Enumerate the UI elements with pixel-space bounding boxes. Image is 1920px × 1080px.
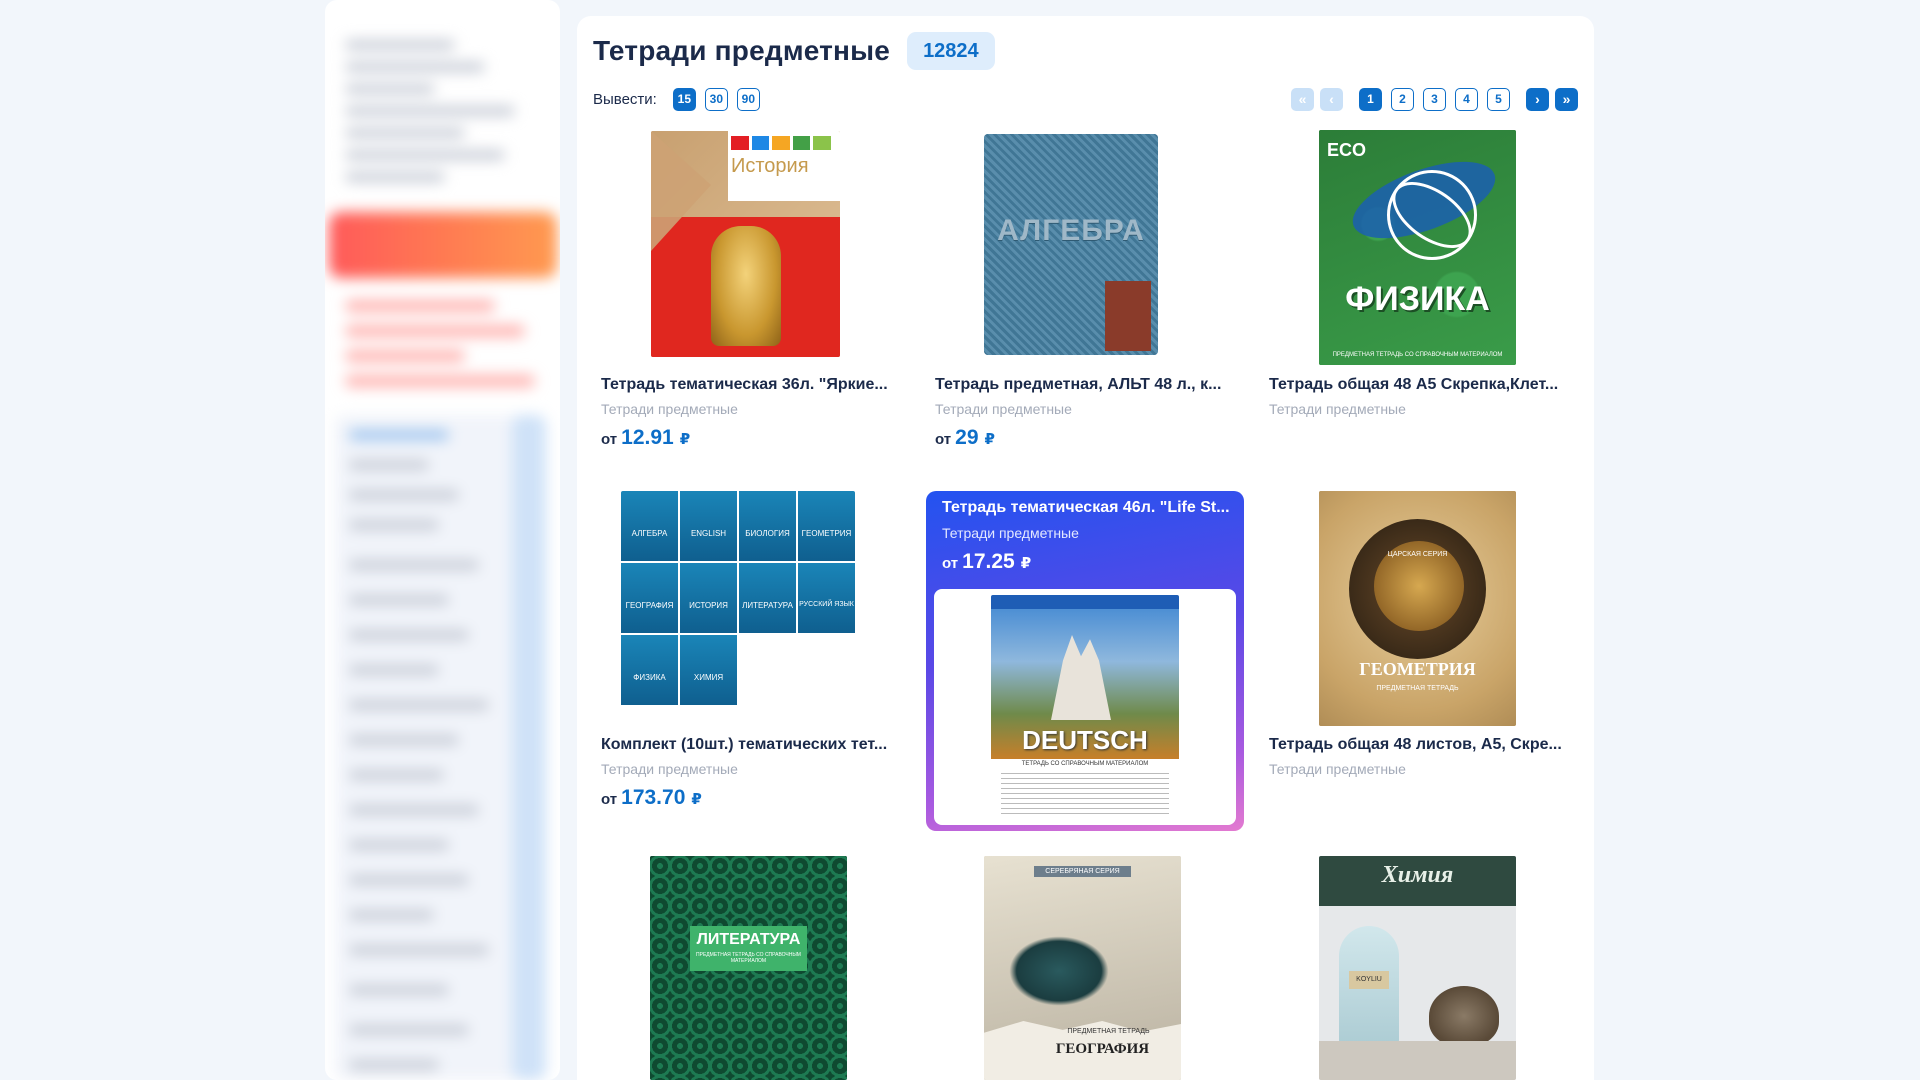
product-card[interactable]: ЛИТЕРАТУРА ПРЕДМЕТНАЯ ТЕТРАДЬ СО СПРАВОЧ… xyxy=(585,856,903,1080)
mini-cover: ГЕОМЕТРИЯ xyxy=(798,491,855,561)
mini-cover: ХИМИЯ xyxy=(680,635,737,705)
product-cover-image[interactable]: DEUTSCH ТЕТРАДЬ СО СПРАВОЧНЫМ МАТЕРИАЛОМ xyxy=(991,595,1179,821)
price-prefix: от xyxy=(942,555,959,572)
product-cover-image[interactable]: ЛИТЕРАТУРА ПРЕДМЕТНАЯ ТЕТРАДЬ СО СПРАВОЧ… xyxy=(650,856,847,1080)
mini-cover: ГЕОГРАФИЯ xyxy=(621,563,678,633)
cover-title: Химия xyxy=(1381,862,1454,888)
product-card[interactable]: Химия KOYLIU xyxy=(1253,856,1571,1080)
cover-subtitle: ПРЕДМЕТНАЯ ТЕТРАДЬ СО СПРАВОЧНЫМ МАТЕРИА… xyxy=(1332,352,1503,358)
page-2[interactable]: 2 xyxy=(1391,87,1414,111)
cover-subtitle: ПРЕДМЕТНАЯ ТЕТРАДЬ xyxy=(1067,1028,1150,1035)
sidebar-blurred-content xyxy=(325,0,560,1080)
product-card[interactable]: ЦАРСКАЯ СЕРИЯ ГЕОМЕТРИЯ ПРЕДМЕТНАЯ ТЕТРА… xyxy=(1253,491,1571,851)
currency-icon: ₽ xyxy=(984,431,995,448)
cover-title: История xyxy=(731,155,809,177)
product-cover-image[interactable]: История xyxy=(651,131,840,357)
first-page-icon[interactable]: « xyxy=(1291,87,1314,111)
page-1[interactable]: 1 xyxy=(1359,87,1382,111)
currency-icon: ₽ xyxy=(1020,555,1032,572)
cover-title: ГЕОГРАФИЯ xyxy=(1055,1041,1150,1057)
per-page-option-15[interactable]: 15 xyxy=(672,87,696,111)
product-card-hovered[interactable]: Тетрадь тематическая 46л. "Life St... Те… xyxy=(926,491,1244,831)
product-price: от 29 ₽ xyxy=(935,426,995,450)
product-price: от 17.25 ₽ xyxy=(942,550,1031,574)
product-name[interactable]: Тетрадь тематическая 36л. "Яркие... xyxy=(601,376,896,394)
page-title: Тетради предметные xyxy=(593,35,891,66)
per-page-option-90[interactable]: 90 xyxy=(736,87,760,111)
product-name[interactable]: Комплект (10шт.) тематических тет... xyxy=(601,736,896,754)
catalog-panel: Тетради предметные 12824 Вывести: 15 30 … xyxy=(577,16,1594,1080)
mini-cover: ENGLISH xyxy=(680,491,737,561)
mini-cover: ИСТОРИЯ xyxy=(680,563,737,633)
price-value: 29 xyxy=(955,426,979,449)
mini-cover: РУССКИЙ ЯЗЫК xyxy=(798,563,855,633)
product-category: Тетради предметные xyxy=(935,401,1072,417)
cover-brand: ECO xyxy=(1327,140,1367,160)
product-image-frame: DEUTSCH ТЕТРАДЬ СО СПРАВОЧНЫМ МАТЕРИАЛОМ xyxy=(934,589,1236,825)
product-card[interactable]: История Тетрадь тематическая 36л. "Яркие… xyxy=(585,131,903,491)
price-prefix: от xyxy=(601,431,618,448)
product-category: Тетради предметные xyxy=(601,761,738,777)
product-card[interactable]: АЛГЕБРА ENGLISH БИОЛОГИЯ ГЕОМЕТРИЯ ГЕОГР… xyxy=(585,491,903,851)
cover-title: ФИЗИКА xyxy=(1345,280,1490,318)
price-value: 17.25 xyxy=(962,550,1015,573)
mini-cover: ФИЗИКА xyxy=(621,635,678,705)
product-card[interactable]: ECO ФИЗИКА ПРЕДМЕТНАЯ ТЕТРАДЬ СО СПРАВОЧ… xyxy=(1253,130,1571,491)
product-name[interactable]: Тетрадь предметная, АЛЬТ 48 л., к... xyxy=(935,376,1230,394)
page-4[interactable]: 4 xyxy=(1455,87,1478,111)
product-price: от 12.91 ₽ xyxy=(601,426,690,450)
price-prefix: от xyxy=(601,791,618,808)
page-5[interactable]: 5 xyxy=(1487,87,1510,111)
product-cover-image[interactable]: СЕРЕБРЯНАЯ СЕРИЯ ПРЕДМЕТНАЯ ТЕТРАДЬ ГЕОГ… xyxy=(984,856,1181,1080)
cover-subtitle: ПРЕДМЕТНАЯ ТЕТРАДЬ СО СПРАВОЧНЫМ МАТЕРИА… xyxy=(696,952,801,964)
product-cover-image[interactable]: Химия KOYLIU xyxy=(1319,856,1516,1080)
product-category: Тетради предметные xyxy=(942,525,1079,541)
cover-subtitle: ПРЕДМЕТНАЯ ТЕТРАДЬ xyxy=(1376,685,1459,692)
cover-top-label: ЦАРСКАЯ СЕРИЯ xyxy=(1387,551,1448,558)
cover-title: ГЕОМЕТРИЯ xyxy=(1359,659,1476,679)
product-cover-image[interactable]: ECO ФИЗИКА ПРЕДМЕТНАЯ ТЕТРАДЬ СО СПРАВОЧ… xyxy=(1319,130,1516,365)
price-value: 12.91 xyxy=(621,426,674,449)
product-name[interactable]: Тетрадь общая 48 листов, А5, Скре... xyxy=(1269,736,1564,754)
product-cover-image[interactable]: ЦАРСКАЯ СЕРИЯ ГЕОМЕТРИЯ ПРЕДМЕТНАЯ ТЕТРА… xyxy=(1319,491,1516,726)
cover-title: АЛГЕБРА xyxy=(997,214,1145,247)
title-row: Тетради предметные 12824 xyxy=(593,32,995,70)
product-category: Тетради предметные xyxy=(1269,761,1406,777)
currency-icon: ₽ xyxy=(691,791,702,808)
currency-icon: ₽ xyxy=(679,431,691,448)
cover-subtitle: ТЕТРАДЬ СО СПРАВОЧНЫМ МАТЕРИАЛОМ xyxy=(1021,761,1149,767)
price-prefix: от xyxy=(935,431,952,448)
product-cover-image[interactable]: АЛГЕБРА ENGLISH БИОЛОГИЯ ГЕОМЕТРИЯ ГЕОГР… xyxy=(621,491,855,717)
cover-title: ЛИТЕРАТУРА xyxy=(696,931,801,948)
product-name[interactable]: Тетрадь общая 48 А5 Скрепка,Клет... xyxy=(1269,376,1564,394)
bottle-label: KOYLIU xyxy=(1349,971,1389,989)
cover-top-label: СЕРЕБРЯНАЯ СЕРИЯ xyxy=(1034,866,1131,877)
product-cover-image[interactable]: АЛГЕБРА xyxy=(984,134,1158,355)
mini-cover: АЛГЕБРА xyxy=(621,491,678,561)
product-count-badge: 12824 xyxy=(907,32,995,70)
per-page-selector: 15 30 90 xyxy=(672,87,760,111)
pagination: « ‹ 1 2 3 4 5 › » xyxy=(1291,87,1578,111)
page-3[interactable]: 3 xyxy=(1423,87,1446,111)
cover-title: DEUTSCH xyxy=(1022,725,1148,755)
product-name[interactable]: Тетрадь тематическая 46л. "Life St... xyxy=(942,499,1237,517)
product-card[interactable]: АЛГЕБРА Тетрадь предметная, АЛЬТ 48 л., … xyxy=(919,131,1237,491)
product-category: Тетради предметные xyxy=(1269,401,1406,417)
next-page-icon[interactable]: › xyxy=(1526,87,1549,111)
mini-cover: БИОЛОГИЯ xyxy=(739,491,796,561)
prev-page-icon[interactable]: ‹ xyxy=(1320,87,1343,111)
toolbar: Вывести: 15 30 90 « ‹ 1 2 3 4 5 › » xyxy=(593,86,1578,112)
product-category: Тетради предметные xyxy=(601,401,738,417)
per-page-option-30[interactable]: 30 xyxy=(704,87,728,111)
mini-cover: ЛИТЕРАТУРА xyxy=(739,563,796,633)
product-card[interactable]: СЕРЕБРЯНАЯ СЕРИЯ ПРЕДМЕТНАЯ ТЕТРАДЬ ГЕОГ… xyxy=(919,856,1237,1080)
per-page-label: Вывести: xyxy=(593,90,657,108)
price-value: 173.70 xyxy=(621,786,686,809)
last-page-icon[interactable]: » xyxy=(1555,87,1578,111)
product-price: от 173.70 ₽ xyxy=(601,786,702,810)
sidebar xyxy=(325,0,560,1080)
